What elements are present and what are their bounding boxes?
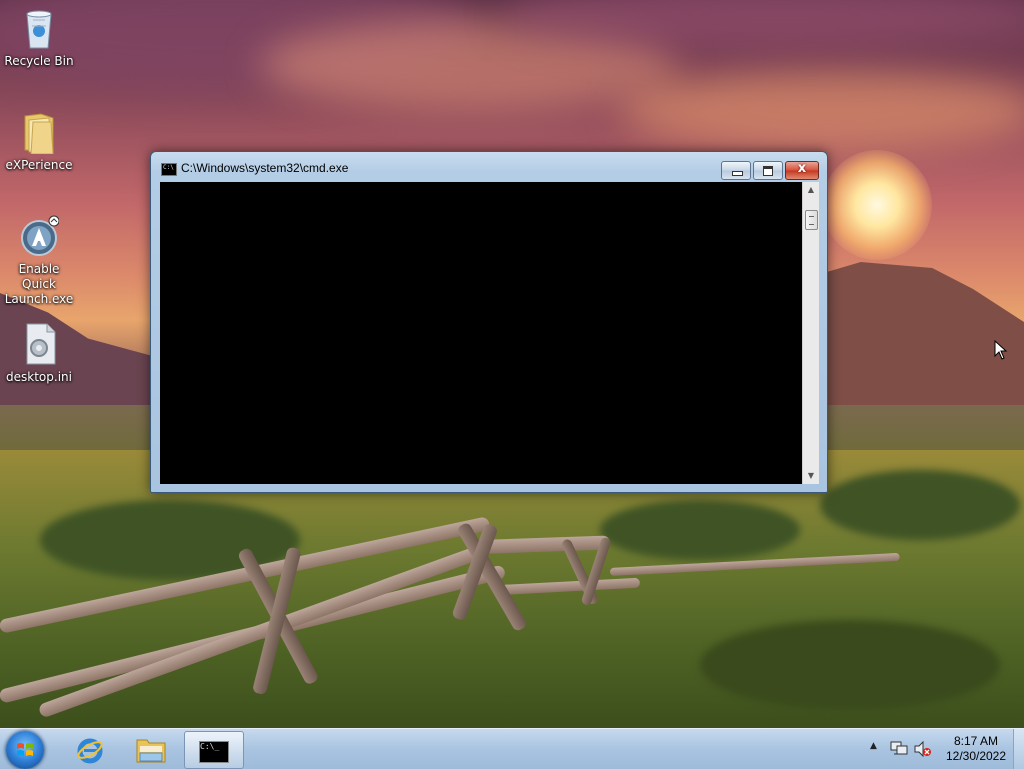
- clock-date: 12/30/2022: [945, 749, 1007, 763]
- experience-folder-label: eXPerience: [5, 158, 73, 172]
- clock-time: 8:17 AM: [953, 734, 999, 748]
- cmd-window[interactable]: C:\Windows\system32\cmd.exe x ▲ ▼: [150, 151, 828, 493]
- maximize-button[interactable]: [753, 161, 783, 180]
- cmd-title-icon: [161, 163, 177, 176]
- recycle-bin[interactable]: Recycle Bin: [1, 6, 77, 69]
- show-hidden-icons-arrow-icon[interactable]: ▲: [870, 741, 877, 751]
- scroll-up-arrow-icon[interactable]: ▲: [803, 182, 819, 198]
- window-titlebar[interactable]: C:\Windows\system32\cmd.exe x: [151, 152, 827, 182]
- app-icon: [21, 215, 59, 256]
- cmd-icon: C:\_: [199, 741, 229, 763]
- experience-folder[interactable]: eXPerience: [1, 110, 77, 173]
- window-title: C:\Windows\system32\cmd.exe: [181, 161, 349, 175]
- windows-logo-icon: [17, 743, 33, 756]
- scroll-down-arrow-icon[interactable]: ▼: [803, 468, 819, 484]
- scrollbar-thumb[interactable]: [805, 210, 818, 230]
- clock[interactable]: 8:17 AM 12/30/2022: [936, 734, 1016, 764]
- network-icon[interactable]: [890, 741, 908, 757]
- mountain-right: [820, 262, 1024, 412]
- recycle-bin-label: Recycle Bin: [4, 54, 74, 68]
- enable-quick-launch[interactable]: Enable Quick Launch.exe: [1, 214, 77, 307]
- taskbar-command-prompt[interactable]: C:\_: [184, 731, 244, 769]
- enable-quick-launch-label: Enable Quick Launch.exe: [4, 262, 74, 306]
- vertical-scrollbar[interactable]: ▲ ▼: [802, 182, 819, 484]
- start-button[interactable]: [6, 731, 44, 769]
- close-icon: x: [797, 161, 807, 176]
- ie-icon: [77, 738, 103, 764]
- desktop-ini-label: desktop.ini: [6, 370, 72, 384]
- show-desktop-button[interactable]: [1013, 729, 1024, 769]
- taskbar-windows-explorer[interactable]: [122, 731, 178, 767]
- recycle-bin-icon: [26, 10, 52, 49]
- settings-file-icon: [26, 323, 56, 365]
- desktop-ini[interactable]: desktop.ini: [1, 322, 77, 385]
- mouse-pointer-icon: [994, 340, 1008, 360]
- console-output[interactable]: [160, 182, 802, 484]
- explorer-icon: [136, 739, 166, 763]
- system-tray: ▲ 8:17 AM 12/30/2022: [868, 729, 1024, 769]
- sun: [822, 150, 932, 260]
- taskbar: C:\_ ▲ 8:17 AM 12/30/2022: [0, 728, 1024, 769]
- minimize-button[interactable]: [721, 161, 751, 180]
- taskbar-internet-explorer[interactable]: [62, 731, 118, 767]
- folder-icon: [24, 113, 54, 154]
- close-button[interactable]: x: [785, 161, 819, 180]
- volume-muted-icon[interactable]: [914, 741, 932, 757]
